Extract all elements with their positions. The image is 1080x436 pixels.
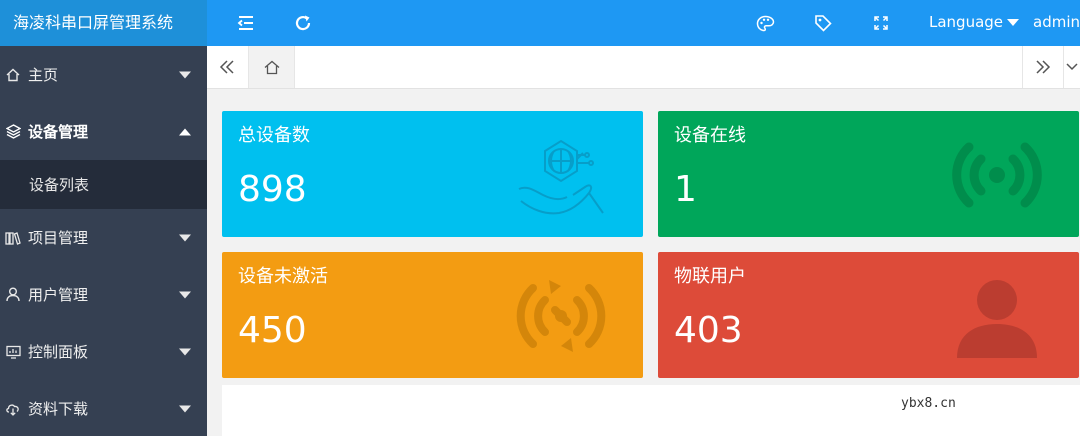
theme-palette-icon[interactable] — [754, 12, 776, 34]
cloud-download-icon — [4, 400, 22, 418]
double-chevron-right-icon — [1035, 60, 1050, 74]
sidebar-item-label: 控制面板 — [28, 343, 89, 361]
chevron-down-icon — [179, 348, 191, 355]
stat-card-total-devices[interactable]: 总设备数 898 — [222, 111, 643, 237]
collapse-menu-icon[interactable] — [235, 12, 257, 34]
caret-down-icon — [1007, 19, 1020, 26]
tag-icon[interactable] — [812, 12, 834, 34]
books-icon — [4, 229, 22, 247]
watermark-text: ybx8.cn — [901, 396, 956, 411]
home-icon — [264, 60, 279, 74]
card-title: 设备未激活 — [238, 266, 328, 287]
stat-card-inactive-devices[interactable]: 设备未激活 450 — [222, 252, 643, 378]
chevron-down-icon — [179, 234, 191, 241]
chevron-down-icon — [179, 71, 191, 78]
user-menu[interactable]: admin — [1033, 0, 1080, 46]
tab-bar — [207, 46, 1080, 89]
card-value: 450 — [238, 310, 307, 351]
sidebar-item-user-management[interactable]: 用户管理 — [0, 266, 207, 323]
language-label: Language — [929, 13, 1004, 31]
monitor-chart-icon — [4, 343, 22, 361]
sidebar-item-label: 设备管理 — [28, 123, 89, 141]
card-title: 物联用户 — [674, 266, 746, 287]
sidebar-subitem-device-list[interactable]: 设备列表 — [0, 160, 207, 209]
sidebar-item-home[interactable]: 主页 — [0, 46, 207, 103]
stat-card-iot-users[interactable]: 物联用户 403 — [658, 252, 1079, 378]
card-value: 403 — [674, 310, 743, 351]
tab-home[interactable] — [248, 46, 295, 88]
scroll-tabs-right-button[interactable] — [1022, 46, 1062, 88]
stat-card-online-devices[interactable]: 设备在线 1 — [658, 111, 1079, 237]
top-header: Language admin — [207, 0, 1080, 46]
layers-icon — [4, 123, 22, 141]
chevron-down-icon — [179, 291, 191, 298]
sidebar-item-label: 主页 — [28, 66, 59, 84]
sidebar-item-control-panel[interactable]: 控制面板 — [0, 323, 207, 380]
sidebar-item-label: 项目管理 — [28, 229, 89, 247]
user-icon — [957, 280, 1037, 358]
sidebar-item-label: 资料下载 — [28, 400, 89, 418]
tab-options-button[interactable] — [1063, 46, 1080, 88]
sidebar-subitem-label: 设备列表 — [29, 176, 90, 194]
sidebar-item-downloads[interactable]: 资料下载 — [0, 380, 207, 436]
fullscreen-icon[interactable] — [870, 12, 892, 34]
dashboard-content: 总设备数 898 设备在线 1 设备未激活 450 物联用户 403 — [207, 89, 1080, 436]
sidebar: 海凌科串口屏管理系统 主页 设备管理 设备列表 项目管理 用户管理 控制面板 资… — [0, 0, 207, 436]
sidebar-item-label: 用户管理 — [28, 286, 89, 304]
language-dropdown[interactable]: Language — [929, 0, 1020, 46]
chevron-up-icon — [179, 128, 191, 135]
double-chevron-left-icon — [219, 60, 234, 74]
scroll-tabs-left-button[interactable] — [207, 46, 247, 88]
card-title: 设备在线 — [674, 125, 746, 146]
card-value: 1 — [674, 169, 697, 210]
app-brand[interactable]: 海凌科串口屏管理系统 — [0, 0, 207, 46]
sidebar-item-project-management[interactable]: 项目管理 — [0, 209, 207, 266]
sidebar-item-device-management[interactable]: 设备管理 — [0, 103, 207, 160]
chevron-down-icon — [179, 405, 191, 412]
user-label: admin — [1033, 13, 1080, 31]
wifi-signal-icon — [952, 142, 1042, 208]
refresh-icon[interactable] — [292, 12, 314, 34]
card-title: 总设备数 — [238, 125, 310, 146]
chevron-down-icon — [1066, 63, 1078, 71]
card-value: 898 — [238, 169, 307, 210]
home-icon — [4, 66, 22, 84]
user-icon — [4, 286, 22, 304]
signal-refresh-icon — [516, 280, 606, 352]
globe-hand-icon — [518, 139, 604, 215]
